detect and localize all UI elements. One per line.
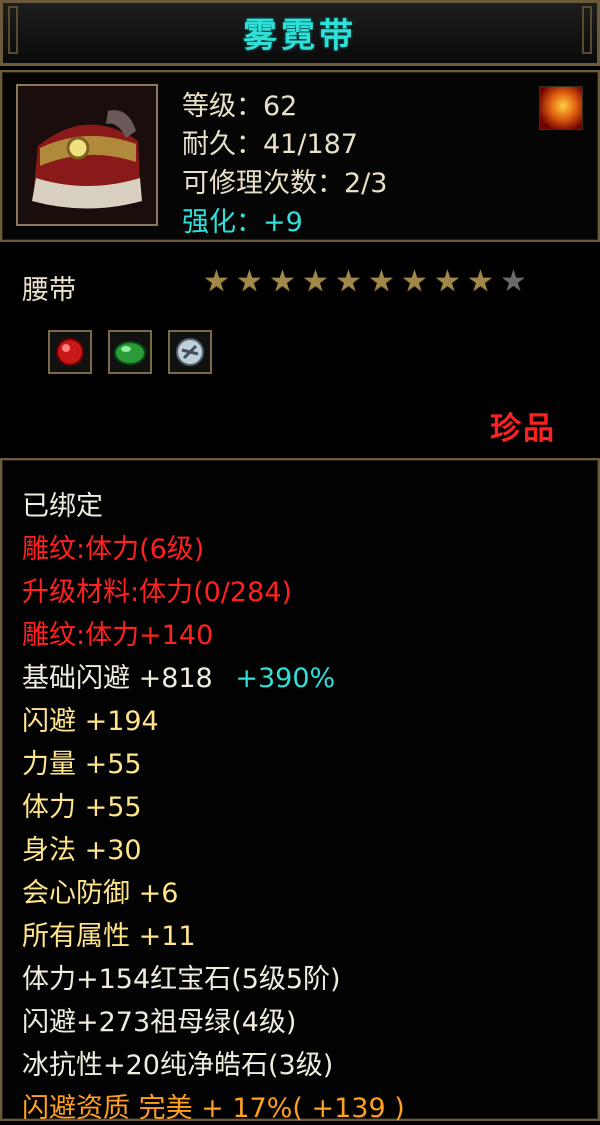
star-filled-icon: ★ — [335, 264, 362, 299]
bound-status: 已绑定 — [22, 491, 103, 522]
base-dodge-percent: +390% — [235, 663, 336, 694]
star-filled-icon: ★ — [203, 264, 230, 299]
agility-stat: 身法 +30 — [22, 835, 142, 866]
star-filled-icon: ★ — [401, 264, 428, 299]
base-dodge: 基础闪避 +818 +390% — [22, 656, 335, 695]
star-filled-icon: ★ — [302, 264, 329, 299]
engrave-bonus: 雕纹:体力+140 — [22, 620, 214, 651]
item-type: 腰带 — [22, 275, 76, 306]
gem-bonus-diamond: 冰抗性+20纯净皓石(3级) — [22, 1050, 334, 1081]
attributes-panel: 已绑定 雕纹:体力(6级) 升级材料:体力(0/284) 雕纹:体力+140 基… — [0, 458, 600, 1124]
crit-defense-stat: 会心防御 +6 — [22, 878, 179, 909]
title-bar: 雾霓带 — [0, 0, 600, 66]
star-empty-icon: ★ — [500, 264, 527, 299]
star-filled-icon: ★ — [236, 264, 263, 299]
rarity-label: 珍品 — [490, 411, 556, 447]
star-filled-icon: ★ — [368, 264, 395, 299]
gem-bonus-emerald: 闪避+273祖母绿(4级) — [22, 1007, 297, 1038]
dodge-stat: 闪避 +194 — [22, 706, 159, 737]
gem-bonus-ruby: 体力+154红宝石(5级5阶) — [22, 964, 341, 995]
upgrade-material: 升级材料:体力(0/284) — [22, 577, 292, 608]
all-attributes-stat: 所有属性 +11 — [22, 921, 196, 952]
star-rating: ★ ★ ★ ★ ★ ★ ★ ★ ★ ★ — [203, 264, 527, 300]
item-level: 等级：62 — [182, 91, 298, 122]
star-filled-icon: ★ — [434, 264, 461, 299]
emerald-gem-icon[interactable] — [108, 330, 152, 374]
belt-icon[interactable] — [16, 84, 158, 226]
item-name: 雾霓带 — [243, 16, 357, 56]
item-info-panel: 等级：62 耐久：41/187 可修理次数：2/3 强化：+9 — [0, 70, 600, 242]
engrave-level: 雕纹:体力(6级) — [22, 534, 205, 565]
base-dodge-value: 基础闪避 +818 — [22, 663, 213, 694]
dodge-quality: 闪避资质 完美 + 17%( +139 ) — [22, 1093, 405, 1124]
item-durability: 耐久：41/187 — [182, 129, 358, 160]
stamina-stat: 体力 +55 — [22, 792, 142, 823]
item-enhance-level: 强化：+9 — [182, 207, 303, 238]
item-repair-count: 可修理次数：2/3 — [182, 168, 388, 199]
flame-skill-icon[interactable] — [539, 86, 583, 130]
star-filled-icon: ★ — [269, 264, 296, 299]
diamond-gem-icon[interactable] — [168, 330, 212, 374]
strength-stat: 力量 +55 — [22, 749, 142, 780]
ruby-gem-icon[interactable] — [48, 330, 92, 374]
star-filled-icon: ★ — [467, 264, 494, 299]
